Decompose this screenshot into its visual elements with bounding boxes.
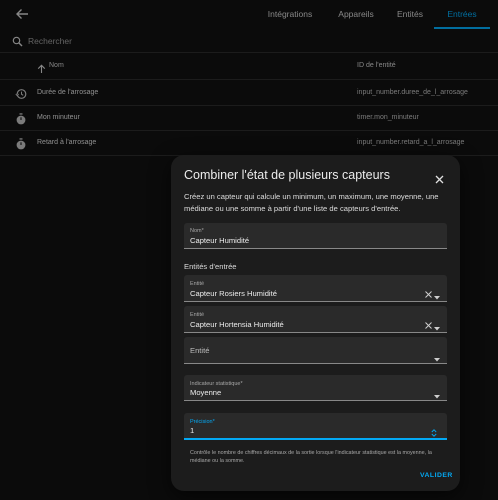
entity-picker-label: Entité — [190, 312, 205, 318]
entity-picker-placeholder: Entité — [190, 346, 210, 355]
close-icon[interactable] — [435, 171, 444, 189]
name-field-label: Nom* — [190, 228, 204, 234]
clear-icon[interactable] — [425, 285, 432, 303]
number-stepper-icon[interactable] — [431, 424, 437, 442]
name-field[interactable]: Nom* Capteur Humidité — [184, 223, 447, 249]
dialog-description: Créez un capteur qui calcule un minimum,… — [184, 192, 439, 213]
chevron-down-icon[interactable] — [434, 349, 440, 367]
precision-helper-text: Contrôle le nombre de chiffres décimaux … — [190, 450, 432, 464]
entity-picker-value[interactable]: Capteur Hortensia Humidité — [190, 320, 284, 329]
dialog-title: Combiner l'état de plusieurs capteurs — [184, 168, 390, 182]
submit-button[interactable]: VALIDER — [420, 472, 453, 479]
combine-sensors-dialog: Combiner l'état de plusieurs capteurs Cr… — [171, 155, 460, 491]
chevron-down-icon[interactable] — [434, 287, 440, 305]
chevron-down-icon[interactable] — [434, 318, 440, 336]
entity-picker[interactable]: Entité Capteur Rosiers Humidité — [184, 275, 447, 302]
statistic-select-value[interactable]: Moyenne — [190, 388, 221, 397]
input-entities-heading: Entités d'entrée — [184, 262, 237, 271]
statistic-select-label: Indicateur statistique* — [190, 381, 243, 387]
entity-picker-value[interactable]: Capteur Rosiers Humidité — [190, 289, 277, 298]
entity-picker-label: Entité — [190, 281, 205, 287]
precision-field-value[interactable]: 1 — [190, 426, 194, 435]
chevron-down-icon[interactable] — [434, 386, 440, 404]
name-field-value[interactable]: Capteur Humidité — [190, 236, 249, 245]
entity-picker-empty[interactable]: Entité — [184, 337, 447, 364]
clear-icon[interactable] — [425, 316, 432, 334]
entity-picker[interactable]: Entité Capteur Hortensia Humidité — [184, 306, 447, 333]
precision-field[interactable]: Précision* 1 — [184, 413, 447, 440]
precision-field-label: Précision* — [190, 419, 215, 425]
statistic-select[interactable]: Indicateur statistique* Moyenne — [184, 375, 447, 401]
